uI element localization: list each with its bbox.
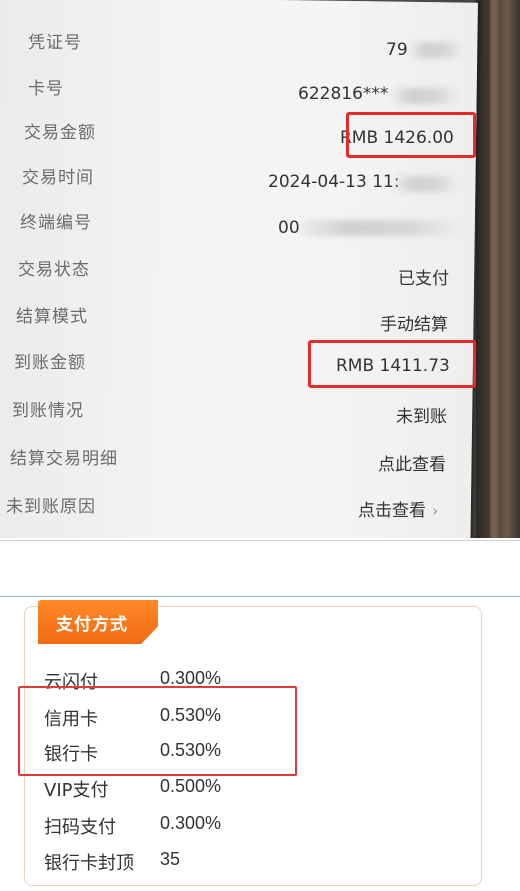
highlight-box-credited: [308, 340, 476, 388]
fee-rate-scan-pay: 0.300%: [160, 813, 222, 833]
label-transaction-amount: 交易金额: [24, 123, 96, 143]
label-transaction-status: 交易状态: [18, 260, 90, 280]
label-credited-amount: 到账金额: [14, 353, 86, 373]
phone-edge: [476, 0, 520, 538]
divider: [0, 540, 520, 541]
settlement-detail-link[interactable]: 点此查看: [378, 450, 446, 475]
fee-rate-vip-pay: 0.500%: [160, 776, 222, 796]
label-transaction-time: 交易时间: [22, 168, 94, 188]
value-credit-status: 未到账: [396, 407, 447, 427]
label-settlement-detail: 结算交易明细: [10, 449, 118, 469]
redaction-blur: [395, 176, 457, 192]
highlight-box-card-rates: [18, 686, 297, 776]
fee-name-vip-pay: VIP支付: [44, 780, 109, 801]
label-card-no: 卡号: [28, 79, 64, 99]
payment-method-tab: 支付方式: [38, 600, 158, 644]
redaction-blur: [410, 42, 462, 58]
redaction-blur: [300, 220, 458, 236]
fee-name-debit-cap: 银行卡封顶: [44, 853, 134, 874]
value-transaction-status: 已支付: [398, 269, 449, 289]
label-not-credited-reason: 未到账原因: [6, 497, 96, 517]
value-transaction-time: 2024-04-13 11:: [268, 172, 400, 192]
not-credited-reason-text: 点击查看: [358, 501, 426, 521]
fee-name-scan-pay: 扫码支付: [44, 817, 116, 838]
label-terminal-no: 终端编号: [20, 213, 92, 233]
value-terminal-no: 00: [278, 218, 300, 238]
fee-rate-debit-cap: 35: [160, 849, 181, 869]
divider: [0, 596, 520, 597]
label-credit-status: 到账情况: [12, 401, 84, 421]
value-settlement-mode: 手动结算: [380, 315, 448, 335]
chevron-right-icon: ›: [432, 501, 439, 520]
receipt-photo: 凭证号 79 卡号 622816*** 交易金额 RMB 1426.00 交易时…: [0, 0, 520, 538]
label-settlement-mode: 结算模式: [16, 307, 88, 327]
highlight-box-amount: [346, 112, 476, 158]
label-voucher-no: 凭证号: [28, 33, 82, 53]
value-voucher-no: 79: [386, 40, 408, 60]
value-card-no: 622816***: [298, 84, 389, 104]
not-credited-reason-link[interactable]: 点击查看 ›: [358, 496, 438, 521]
redaction-blur: [392, 88, 458, 104]
